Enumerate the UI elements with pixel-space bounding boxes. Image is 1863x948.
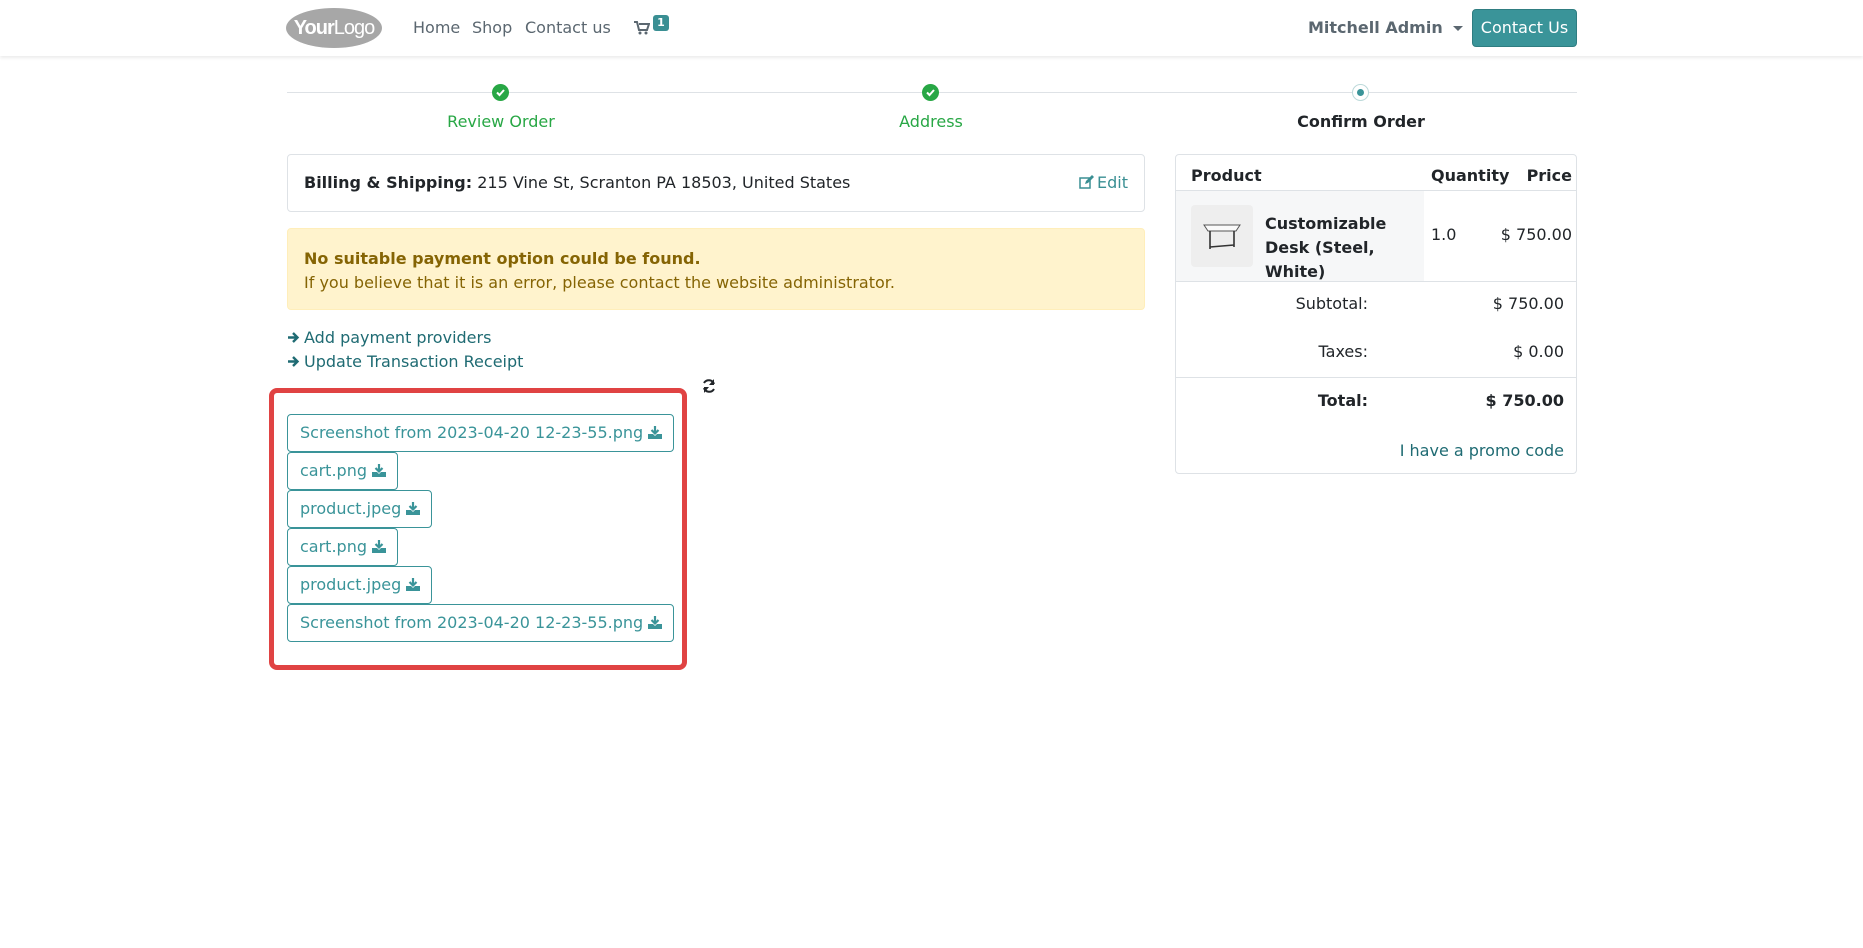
alert-body: If you believe that it is an error, plea… [304,273,895,292]
subtotal-label: Subtotal: [1295,294,1368,313]
taxes-value: $ 0.00 [1513,342,1564,361]
update-receipt-label: Update Transaction Receipt [304,352,524,371]
edit-address-link[interactable]: Edit [1079,173,1128,193]
billing-address-value: 215 Vine St, Scranton PA 18503, United S… [477,173,851,192]
site-logo[interactable]: YourLogo [286,8,382,48]
total-label: Total: [1317,391,1368,410]
col-header-price: Price [1526,166,1572,185]
refresh-icon[interactable] [701,378,717,394]
attachment-download-button[interactable]: Screenshot from 2023-04-20 12-23-55.png [287,604,675,642]
edit-icon [1079,175,1095,189]
attachment-name: product.jpeg [300,499,402,518]
nav-contact-us[interactable]: Contact us [525,17,611,39]
alert-title: No suitable payment option could be foun… [304,249,701,268]
update-transaction-receipt-link[interactable]: Update Transaction Receipt [287,351,523,373]
billing-label: Billing & Shipping: [304,173,473,192]
col-header-product: Product [1191,166,1262,185]
attachment-download-button[interactable]: product.jpeg [287,566,433,604]
attachment-download-button[interactable]: Screenshot from 2023-04-20 12-23-55.png [287,414,675,452]
add-providers-label: Add payment providers [304,328,492,347]
attachment-name: cart.png [300,461,367,480]
nav-home[interactable]: Home [413,17,460,39]
arrow-right-icon [288,332,300,343]
taxes-label: Taxes: [1318,342,1368,361]
billing-address: Billing & Shipping: 215 Vine St, Scranto… [304,173,850,193]
divider [1176,377,1576,378]
step-current-icon [1352,84,1369,101]
edit-label: Edit [1097,173,1128,192]
nav-shop[interactable]: Shop [472,17,512,39]
user-name: Mitchell Admin [1308,18,1443,37]
user-menu-dropdown[interactable]: Mitchell Admin [1308,17,1463,39]
site-header: YourLogo Home Shop Contact us 1 Mitchell… [0,0,1863,56]
chevron-down-icon [1452,26,1463,31]
col-header-quantity: Quantity [1431,166,1510,185]
step-address[interactable]: Address [781,111,1081,133]
attachment-download-button[interactable]: cart.png [287,528,398,566]
download-icon [372,540,386,553]
promo-code-link[interactable]: I have a promo code [1400,440,1564,462]
total-value: $ 750.00 [1485,391,1564,410]
step-review-order[interactable]: Review Order [351,111,651,133]
product-quantity: 1.0 [1431,225,1457,244]
product-price: $ 750.00 [1500,225,1572,244]
step-check-icon [922,84,939,101]
attachment-download-button[interactable]: cart.png [287,452,398,490]
attachment-name: Screenshot from 2023-04-20 12-23-55.png [300,423,644,442]
attachment-name: Screenshot from 2023-04-20 12-23-55.png [300,613,644,632]
cart-icon[interactable] [634,21,650,35]
cart-count-badge: 1 [653,15,669,31]
subtotal-value: $ 750.00 [1492,294,1564,313]
desk-icon [1203,224,1241,249]
product-name[interactable]: Customizable Desk (Steel, White) [1265,212,1415,284]
download-icon [648,616,663,629]
product-thumbnail[interactable] [1191,205,1253,267]
download-icon [648,426,663,439]
arrow-right-icon [288,356,300,367]
download-icon [406,578,421,591]
add-payment-providers-link[interactable]: Add payment providers [287,327,491,349]
attachment-name: cart.png [300,537,367,556]
attachment-name: product.jpeg [300,575,402,594]
attachment-download-button[interactable]: product.jpeg [287,490,433,528]
contact-us-button[interactable]: Contact Us [1472,9,1577,47]
download-icon [406,502,421,515]
billing-shipping-card: Billing & Shipping: 215 Vine St, Scranto… [287,154,1145,212]
payment-warning-alert: No suitable payment option could be foun… [287,228,1145,310]
divider [1176,281,1576,282]
download-icon [372,464,386,477]
step-confirm-order: Confirm Order [1297,112,1425,131]
order-summary-card: Product Quantity Price Customizable Desk… [1175,154,1577,474]
step-check-icon [492,84,509,101]
